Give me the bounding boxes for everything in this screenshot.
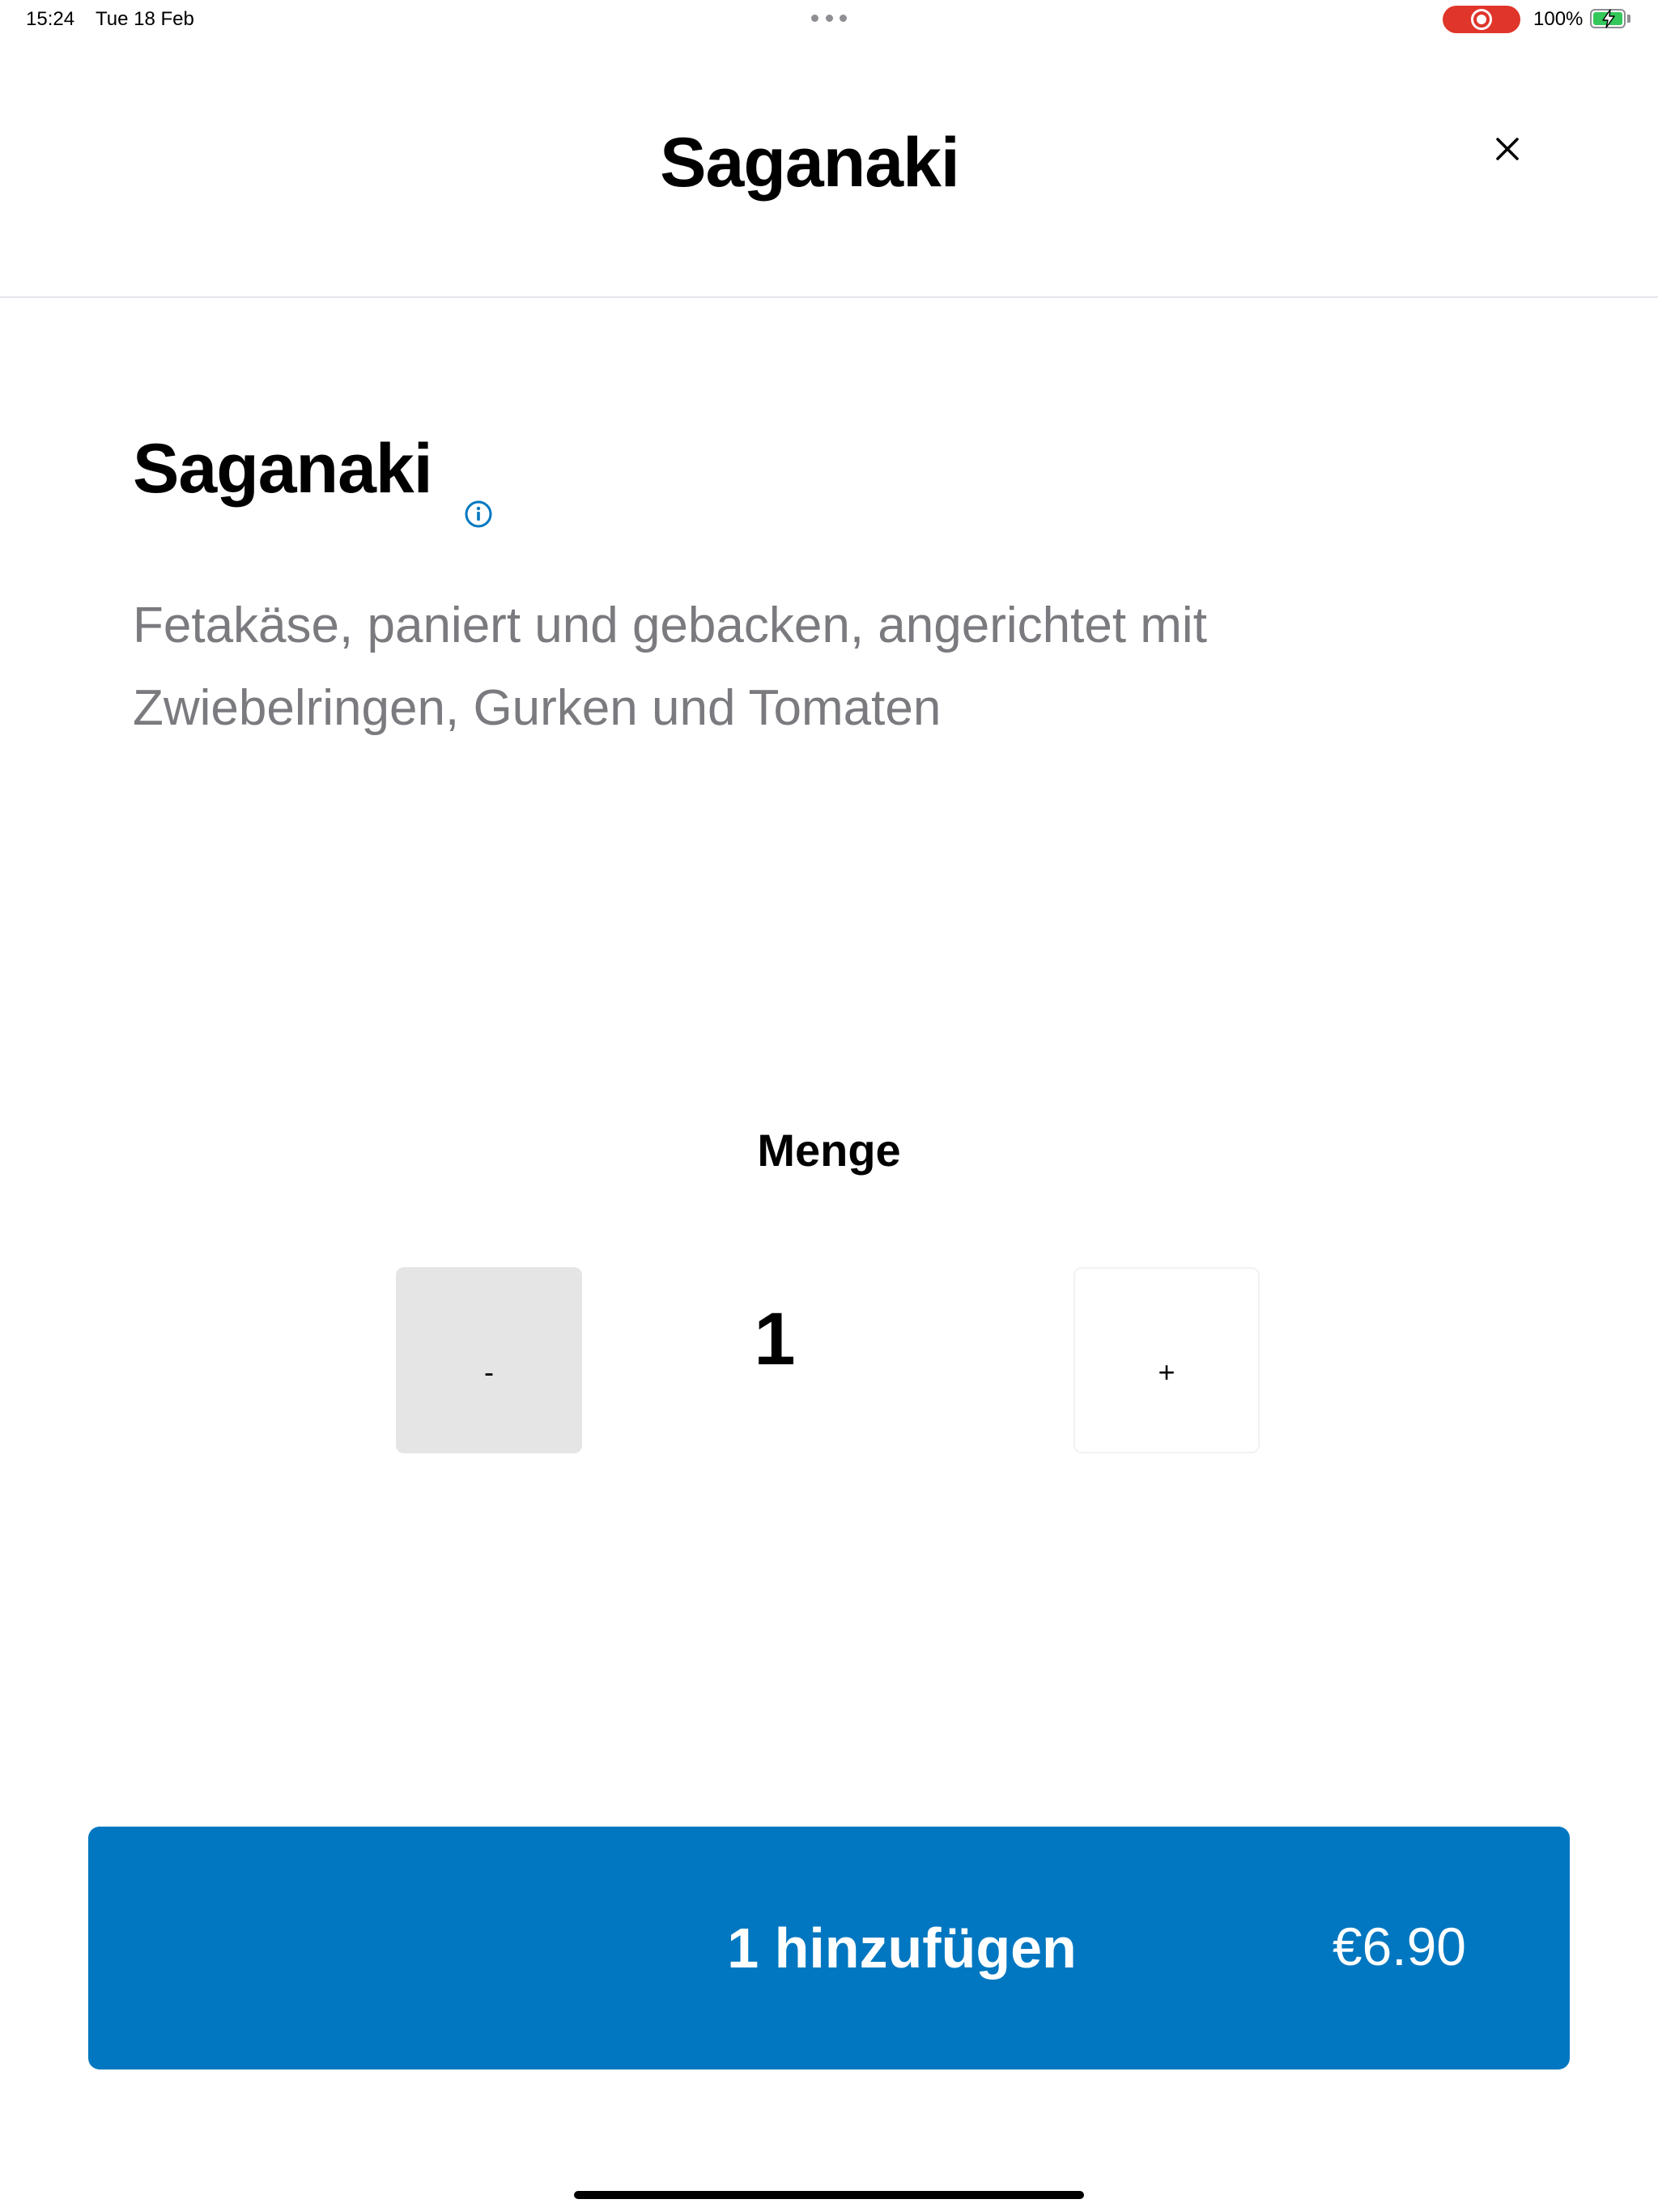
battery-percent: 100% [1533,8,1584,30]
info-icon [465,500,492,528]
page-title: Saganaki [660,124,960,202]
info-button[interactable] [464,500,493,529]
plus-label: + [1158,1355,1175,1389]
close-icon [1496,138,1519,160]
charging-bolt-icon [1602,9,1615,28]
battery-cap [1627,15,1630,23]
minus-label: - [484,1355,494,1389]
product-description: Fetakäse, paniert und gebacken, angerich… [133,598,1207,736]
add-to-cart-button[interactable]: 1 hinzufügen €6.90 [88,1827,1570,2069]
status-date: Tue 18 Feb [96,8,194,30]
quantity-value: 1 [754,1298,796,1380]
home-indicator[interactable] [574,2191,1084,2199]
product-name: Saganaki [133,430,433,508]
multitasking-dots-icon[interactable] [811,10,847,26]
battery-icon [1590,9,1626,28]
header-divider [0,296,1658,298]
increase-quantity-button[interactable]: + [1073,1267,1260,1453]
quantity-label: Menge [757,1125,901,1176]
add-button-price: €6.90 [1332,1916,1466,1976]
status-time: 15:24 [26,8,75,30]
screen-recording-icon[interactable] [1443,6,1520,33]
status-bar: 15:24 Tue 18 Feb 100% [0,0,1658,39]
item-detail-sheet: 15:24 Tue 18 Feb 100% Saganaki Saganaki [0,0,1658,2212]
decrease-quantity-button[interactable]: - [396,1267,582,1453]
close-button[interactable] [1488,130,1527,168]
